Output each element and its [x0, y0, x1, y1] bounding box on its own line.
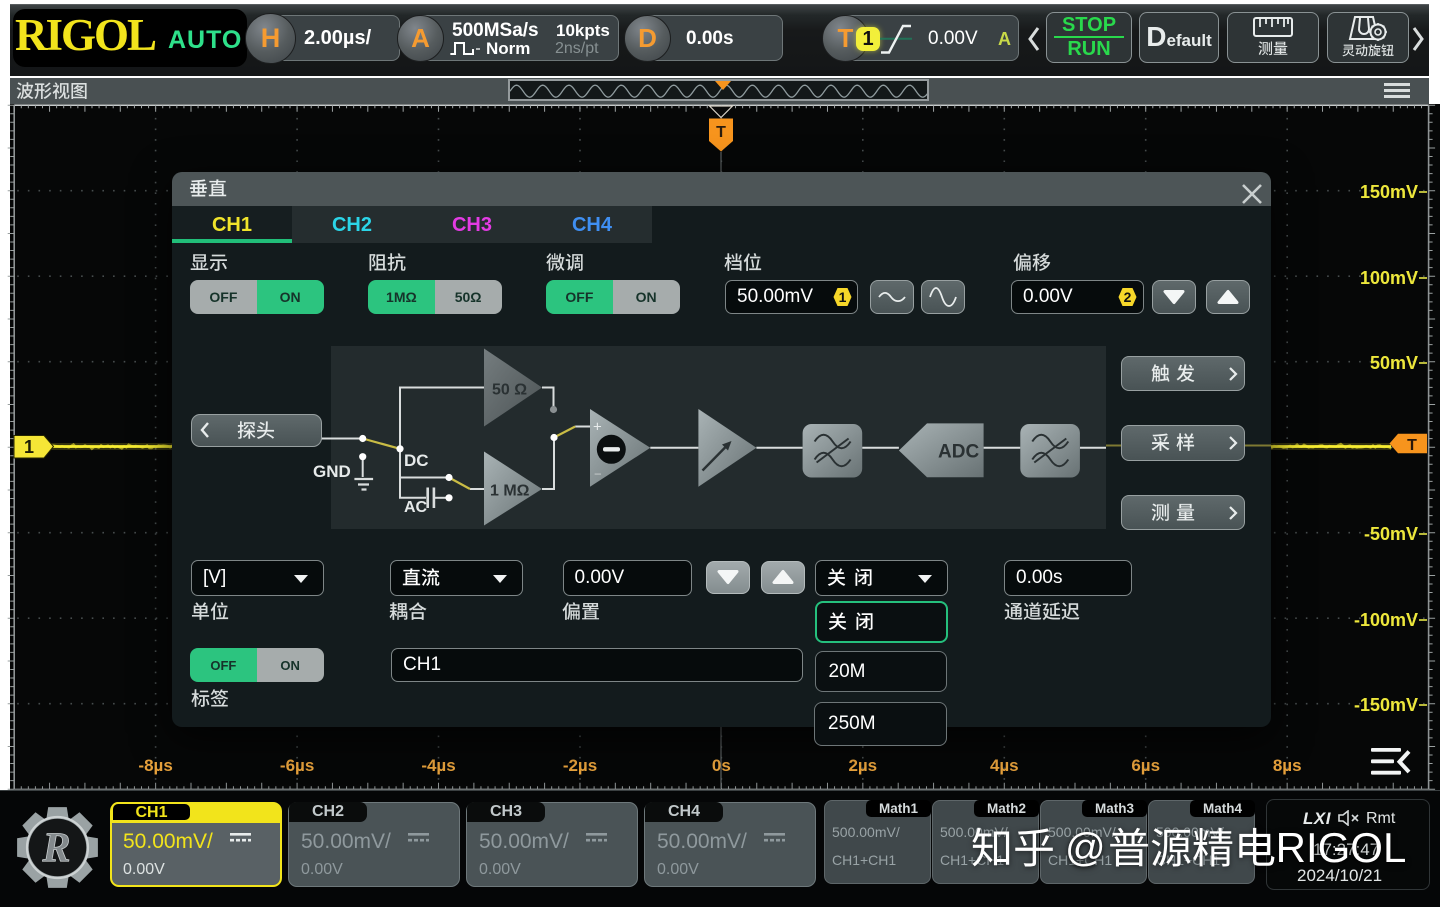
svg-text:ADC: ADC: [938, 441, 979, 462]
svg-text:T: T: [716, 124, 726, 141]
svg-text:1: 1: [24, 437, 34, 457]
svg-text:R: R: [41, 826, 70, 872]
svg-text:1: 1: [839, 289, 847, 305]
svg-text:50 Ω: 50 Ω: [492, 381, 527, 398]
svg-text:1 MΩ: 1 MΩ: [490, 482, 530, 499]
svg-text:2: 2: [1124, 289, 1132, 305]
svg-text:−: −: [594, 466, 602, 481]
svg-text:T: T: [1407, 437, 1417, 454]
svg-text:+: +: [593, 418, 602, 435]
